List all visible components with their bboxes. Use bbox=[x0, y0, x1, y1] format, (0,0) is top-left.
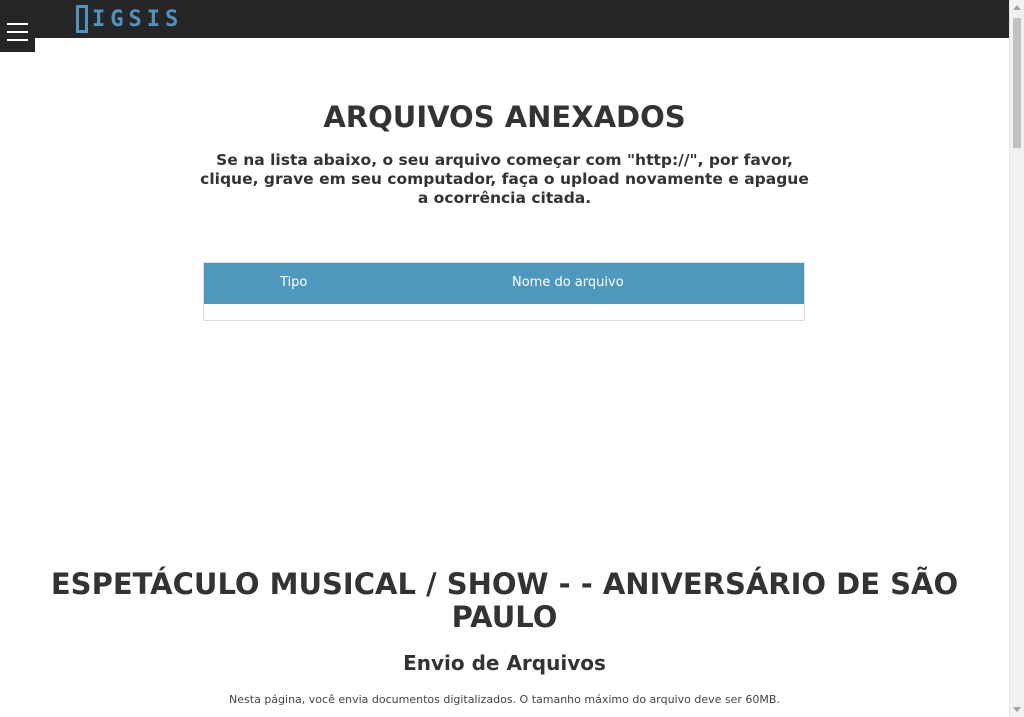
logo-text: IGSIS bbox=[92, 6, 184, 32]
table-header: Tipo Nome do arquivo bbox=[204, 263, 804, 304]
event-title: ESPETÁCULO MUSICAL / SHOW - - ANIVERSÁRI… bbox=[50, 567, 959, 634]
scrollbar-thumb[interactable] bbox=[1013, 18, 1021, 148]
site-logo[interactable]: IGSIS bbox=[76, 3, 183, 35]
attachments-instructions: Se na lista abaixo, o seu arquivo começa… bbox=[200, 151, 809, 207]
scroll-down-arrow-icon[interactable] bbox=[1013, 707, 1021, 712]
page-scrollbar[interactable] bbox=[1009, 0, 1024, 717]
hamburger-menu-icon[interactable] bbox=[0, 14, 35, 52]
column-header-nome-do-arquivo: Nome do arquivo bbox=[512, 275, 624, 290]
scroll-up-arrow-icon[interactable] bbox=[1013, 5, 1021, 10]
attached-files-table: Tipo Nome do arquivo bbox=[203, 262, 805, 321]
event-subtitle: Envio de Arquivos bbox=[403, 651, 606, 675]
column-header-tipo: Tipo bbox=[280, 275, 308, 290]
upload-note: Nesta página, você envia documentos digi… bbox=[229, 693, 780, 706]
table-body bbox=[204, 304, 804, 320]
attachments-title: ARQUIVOS ANEXADOS bbox=[323, 100, 686, 134]
logo-mark-icon bbox=[76, 5, 88, 33]
top-navbar: IGSIS bbox=[0, 0, 1009, 38]
